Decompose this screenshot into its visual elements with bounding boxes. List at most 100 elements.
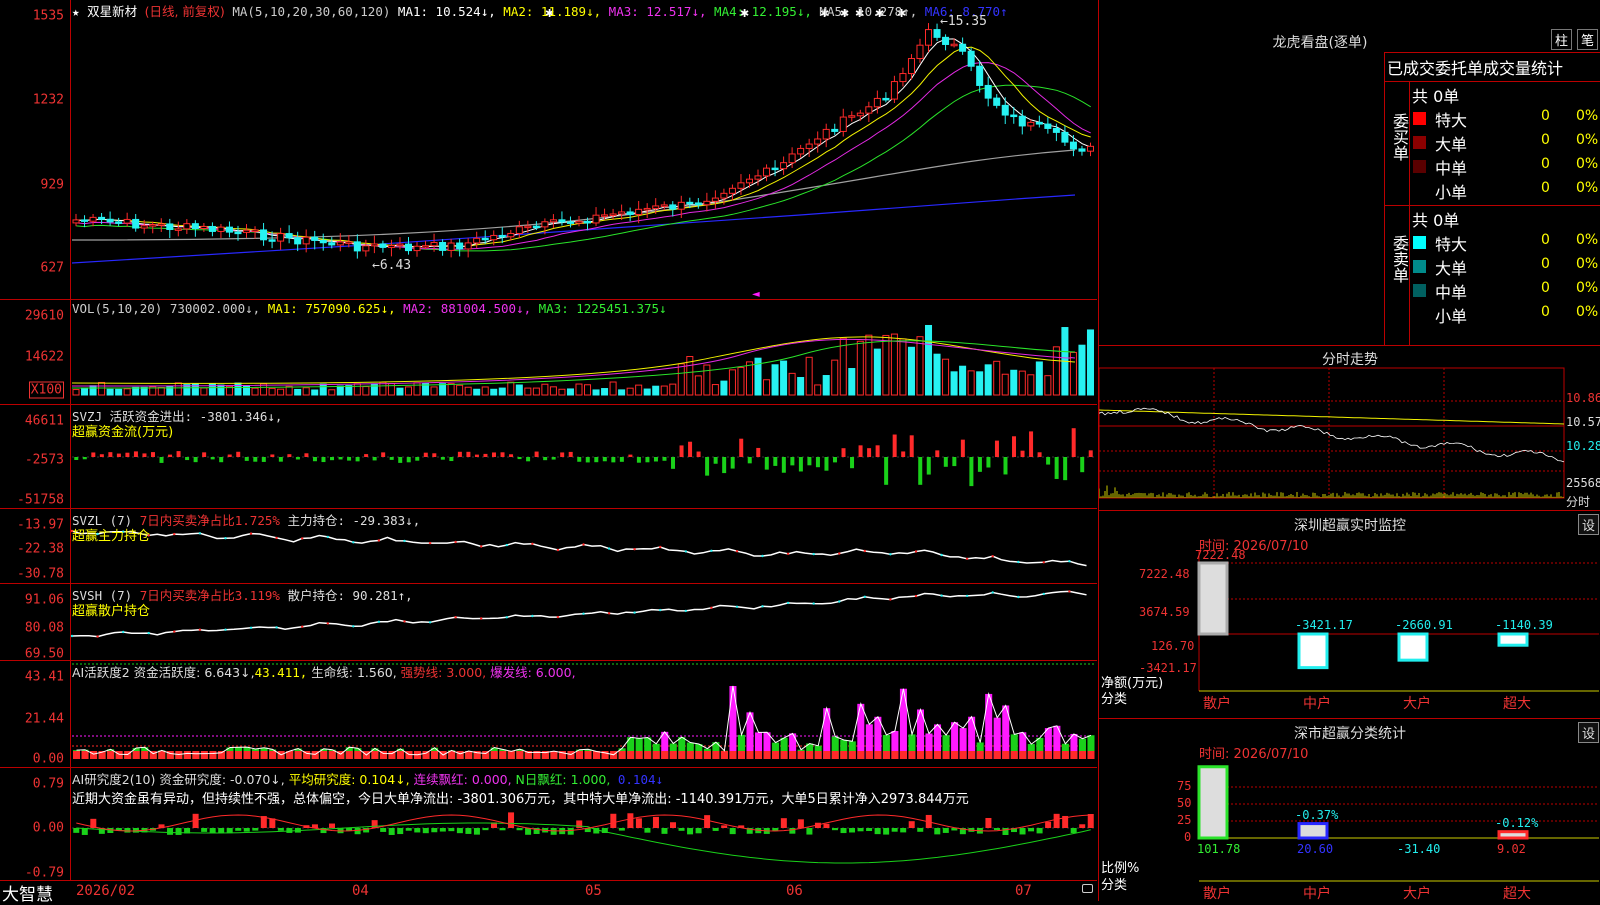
lhb-panel[interactable]: 龙虎看盘(逐单) 柱 笔 已成交委托单成交量统计 委买单 共 0单 特大 0 0% 大…: [1098, 0, 1600, 345]
tab-tick-mode[interactable]: 笔: [1577, 29, 1599, 50]
volume-bar: [669, 383, 677, 396]
volume-bar: [123, 388, 131, 396]
volume-bar: [959, 365, 967, 396]
flow-bar: [236, 451, 241, 457]
dot: [122, 630, 125, 634]
flow-bar: [943, 457, 948, 467]
dot: [1042, 561, 1046, 564]
activity-base: [1053, 751, 1061, 759]
flow-bar: [935, 450, 940, 457]
volume-bar: [549, 386, 557, 396]
research-bar: [516, 828, 523, 831]
flow-bar: [474, 454, 479, 457]
volume-bar: [652, 385, 660, 396]
research-bar: [508, 812, 515, 828]
sz-monitor-panel[interactable]: 深圳超赢实时监控 设 时间: 2026/07/10 7222.48 3674.5…: [1098, 510, 1600, 719]
ts-tick: 25568: [1566, 476, 1600, 490]
candle: [157, 223, 165, 226]
sz-class-panel[interactable]: 深市超赢分类统计 设 时间: 2026/07/10 75 50 25 0 比例%…: [1098, 718, 1600, 902]
volume-bar: [797, 377, 805, 396]
bar-value: -1140.39: [1495, 618, 1553, 632]
volume-bar: [1086, 329, 1094, 396]
candle-chart[interactable]: ✱ ✱ ✱ ✱ ✱ ✱ ✱◄: [0, 0, 1097, 300]
research-bar: [721, 825, 728, 828]
flow-bar: [568, 451, 573, 457]
dot: [70, 634, 74, 638]
research-bar: [712, 828, 719, 831]
svzl-panel[interactable]: -13.97 -22.38 -30.78 SVZL (7) 7日内买卖净占比1.…: [0, 508, 1097, 584]
volume-bar: [575, 383, 583, 396]
flow-bar: [372, 457, 377, 461]
activity-base: [1019, 751, 1027, 759]
candle: [183, 223, 191, 230]
ytick: 0: [1184, 830, 1192, 844]
lock-icon[interactable]: [1082, 884, 1093, 893]
tab-bar-mode[interactable]: 柱: [1551, 29, 1573, 50]
candle: [592, 214, 600, 224]
volume-panel[interactable]: 29610 14622 X100 VOL(5,10,20) 730002.000…: [0, 299, 1097, 405]
volume-bar: [268, 387, 276, 396]
research-bar: [1019, 828, 1026, 835]
ai-active-panel[interactable]: 43.41 21.44 0.00 AI活跃度2 资金活跃度: 6.643↓,43…: [0, 660, 1097, 768]
svsh-panel[interactable]: 91.06 80.08 69.50 SVSH (7) 7日内买卖净占比3.119…: [0, 583, 1097, 662]
flow-bar: [705, 457, 710, 476]
ma2-value: MA2: 11.189↓,: [503, 4, 602, 19]
volume-bar: [498, 387, 506, 396]
volume-bar: [677, 363, 685, 396]
activity-base: [456, 751, 464, 759]
volume-bar: [839, 337, 847, 396]
research-bar: [610, 813, 617, 828]
volume-bar: [353, 383, 361, 396]
candle: [984, 84, 992, 99]
color-swatch: [1413, 260, 1426, 273]
candle: [370, 243, 378, 247]
flow-bar: [1046, 457, 1051, 465]
intraday-panel[interactable]: 分时走势 10.86 10.57 10.28 25568 分时: [1098, 345, 1600, 511]
volume-bar: [592, 389, 600, 396]
chart-mode[interactable]: (日线, 前复权): [145, 4, 225, 19]
dot: [224, 537, 227, 540]
candle: [686, 201, 694, 205]
candle-panel[interactable]: 1535 1232 929 627 ✱ ✱ ✱ ✱ ✱ ✱ ✱ ◄ ★ 双星新材 (日线, 前…: [0, 0, 1097, 300]
flow-bar: [389, 457, 394, 460]
research-bar: [678, 828, 685, 831]
svzj-panel[interactable]: 46611 -2573 -51758 SVZJ 活跃资金进出: -3801.34…: [0, 404, 1097, 509]
candle: [541, 221, 549, 228]
research-bar: [431, 828, 438, 833]
category-label: 散户: [1203, 886, 1231, 902]
volume-bar: [132, 386, 140, 396]
candle: [942, 36, 950, 45]
ai-research-panel[interactable]: 0.79 0.00 -0.79 AI研究度2(10) 资金研究度: -0.070…: [0, 767, 1097, 881]
flow-bar: [176, 451, 181, 457]
flow-bar: [747, 457, 752, 464]
candle: [558, 219, 566, 223]
research-bar: [499, 828, 506, 831]
candle: [481, 237, 489, 241]
row-count: 0: [1541, 232, 1550, 248]
flow-bar: [364, 454, 369, 457]
flow-bar: [398, 457, 403, 463]
flow-bar: [969, 457, 974, 487]
flow-bar: [185, 457, 190, 461]
volume-bar: [396, 387, 404, 396]
bar-pct: 101.78: [1197, 842, 1241, 856]
candle: [549, 219, 557, 223]
activity-base: [183, 751, 191, 759]
candle: [464, 242, 472, 250]
bar-pct: 20.60: [1297, 842, 1334, 856]
category-label: 超大: [1503, 886, 1531, 902]
volume-bar: [771, 364, 779, 396]
volume-bar: [566, 388, 574, 396]
flow-bar: [116, 453, 121, 457]
flow-bar: [543, 457, 548, 461]
activity-base: [132, 751, 140, 759]
volume-bar: [285, 385, 293, 396]
activity-base: [908, 751, 916, 759]
activity-base: [269, 751, 277, 759]
dot: [556, 615, 560, 619]
candle: [387, 245, 395, 248]
activity-base: [729, 751, 737, 759]
row-name: 大单: [1435, 259, 1468, 278]
candle: [805, 143, 813, 149]
candle: [1018, 115, 1026, 127]
